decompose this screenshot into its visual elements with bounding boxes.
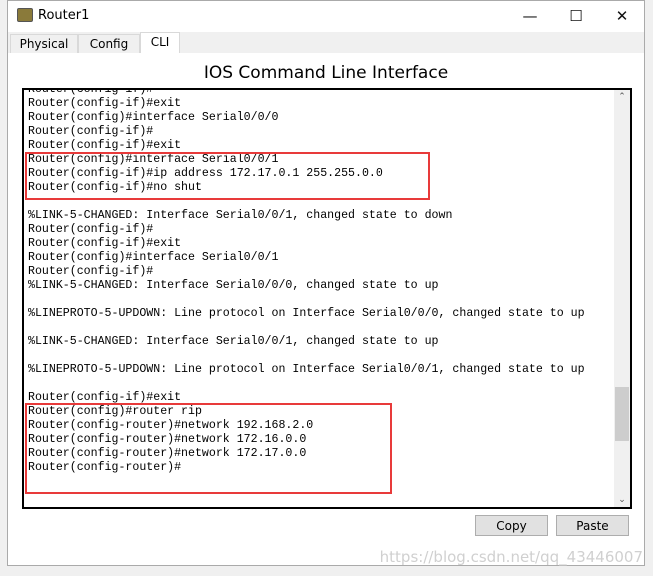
terminal-line: Router(config)#interface Serial0/0/0 (28, 111, 279, 124)
terminal-line: Router(config-if)#exit (28, 97, 182, 110)
terminal-line: Router(config-if)#exit (28, 139, 182, 152)
terminal-line: Router(config-if)# (28, 125, 154, 138)
terminal-line: %LINEPROTO-5-UPDOWN: Line protocol on In… (28, 307, 585, 320)
close-button[interactable]: ✕ (600, 5, 644, 27)
terminal-line: Router(config)#interface Serial0/0/1 (28, 251, 279, 264)
cli-panel: IOS Command Line Interface Router(config… (8, 53, 644, 565)
terminal-line: %LINEPROTO-5-UPDOWN: Line protocol on In… (28, 363, 585, 376)
terminal-line: %LINK-5-CHANGED: Interface Serial0/0/1, … (28, 209, 453, 222)
paste-button[interactable]: Paste (556, 515, 629, 536)
router-window: Router1 — ☐ ✕ Physical Config CLI IOS Co… (7, 0, 645, 566)
window-title: Router1 (38, 8, 90, 23)
terminal-output[interactable]: Router(config-if)# Router(config-if)#exit… (22, 88, 632, 509)
tab-cli[interactable]: CLI (140, 32, 180, 54)
scroll-up-icon[interactable]: ⌃ (614, 92, 630, 102)
terminal-line: Router(config-if)# (28, 265, 154, 278)
terminal-line: %LINK-5-CHANGED: Interface Serial0/0/1, … (28, 335, 439, 348)
maximize-button[interactable]: ☐ (554, 5, 598, 27)
minimize-button[interactable]: — (508, 5, 552, 27)
terminal-line: %LINK-5-CHANGED: Interface Serial0/0/0, … (28, 279, 439, 292)
copy-button[interactable]: Copy (475, 515, 548, 536)
router-icon (17, 8, 33, 22)
terminal-line: Router(config-if)# (28, 88, 154, 96)
tab-config[interactable]: Config (78, 34, 140, 53)
terminal-line: Router(config-if)# (28, 223, 154, 236)
tab-bar: Physical Config CLI (8, 32, 644, 54)
watermark: https://blog.csdn.net/qq_43446007 (379, 548, 643, 566)
terminal-line: Router(config-if)#exit (28, 237, 182, 250)
scrollbar-thumb[interactable] (615, 387, 629, 441)
highlight-box-interface (25, 152, 430, 200)
page-title: IOS Command Line Interface (203, 63, 449, 83)
highlight-box-rip (25, 403, 392, 494)
terminal-scrollbar[interactable]: ⌃ ⌄ (614, 90, 630, 507)
tab-physical[interactable]: Physical (10, 34, 78, 53)
title-bar: Router1 — ☐ ✕ (8, 1, 644, 32)
scroll-down-icon[interactable]: ⌄ (614, 495, 630, 505)
